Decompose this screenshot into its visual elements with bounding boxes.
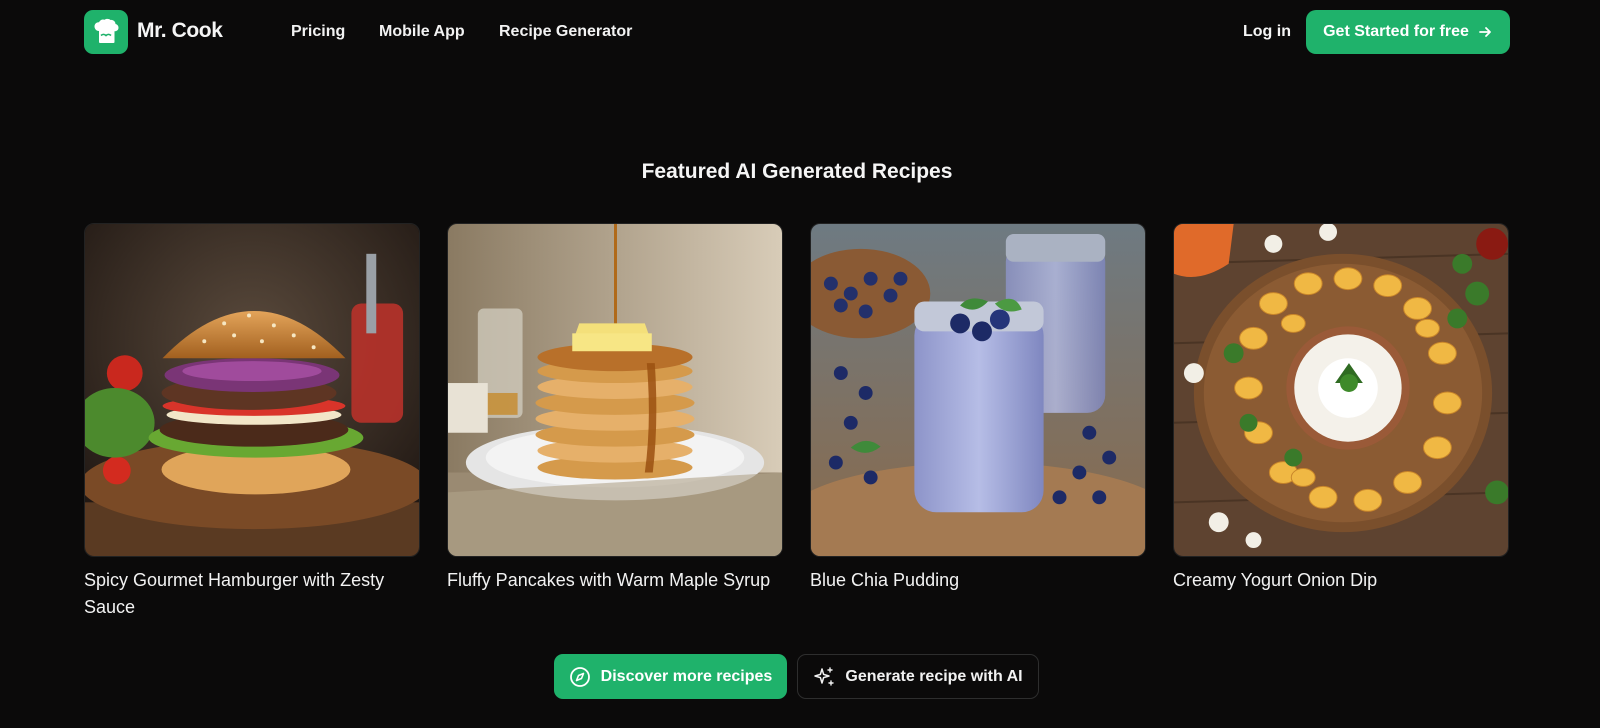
section-title: Featured AI Generated Recipes [641,160,953,183]
generate-recipe-button[interactable]: Generate recipe with AI [797,654,1039,699]
nav-mobile-app[interactable]: Mobile App [379,23,465,41]
get-started-label: Get Started for free [1323,23,1469,40]
arrow-right-icon [1479,27,1491,37]
blueberry-pudding-photo[interactable] [810,223,1146,557]
nav-pricing[interactable]: Pricing [291,23,345,41]
generate-recipe-label: Generate recipe with AI [845,667,1023,685]
discover-more-label: Discover more recipes [600,667,773,685]
pancakes-photo[interactable] [447,223,783,557]
recipe-title[interactable]: Creamy Yogurt Onion Dip [1173,567,1503,594]
hamburger-photo[interactable] [84,223,420,557]
get-started-button[interactable]: Get Started for free [1306,10,1510,54]
discover-more-button[interactable]: Discover more recipes [554,654,787,699]
nav-recipe-generator[interactable]: Recipe Generator [499,23,632,41]
sparkles-icon [814,666,835,686]
brand-name[interactable]: Mr. Cook [137,19,223,43]
recipe-card[interactable]: Fluffy Pancakes with Warm Maple Syrup [447,223,783,594]
recipe-title[interactable]: Blue Chia Pudding [810,567,1140,594]
top-nav: Mr. Cook Pricing Mobile App Recipe Gener… [0,0,1600,64]
recipe-title[interactable]: Fluffy Pancakes with Warm Maple Syrup [447,567,777,594]
login-link[interactable]: Log in [1243,23,1291,41]
compass-icon [569,666,590,687]
recipe-card[interactable]: Blue Chia Pudding [810,223,1146,594]
yogurt-dip-photo[interactable] [1173,223,1509,557]
logo[interactable] [84,10,128,54]
recipe-card[interactable]: Creamy Yogurt Onion Dip [1173,223,1509,594]
chef-hat-icon [94,18,119,43]
recipe-card[interactable]: Spicy Gourmet Hamburger with Zesty Sauce [84,223,420,621]
recipe-title[interactable]: Spicy Gourmet Hamburger with Zesty Sauce [84,567,414,621]
